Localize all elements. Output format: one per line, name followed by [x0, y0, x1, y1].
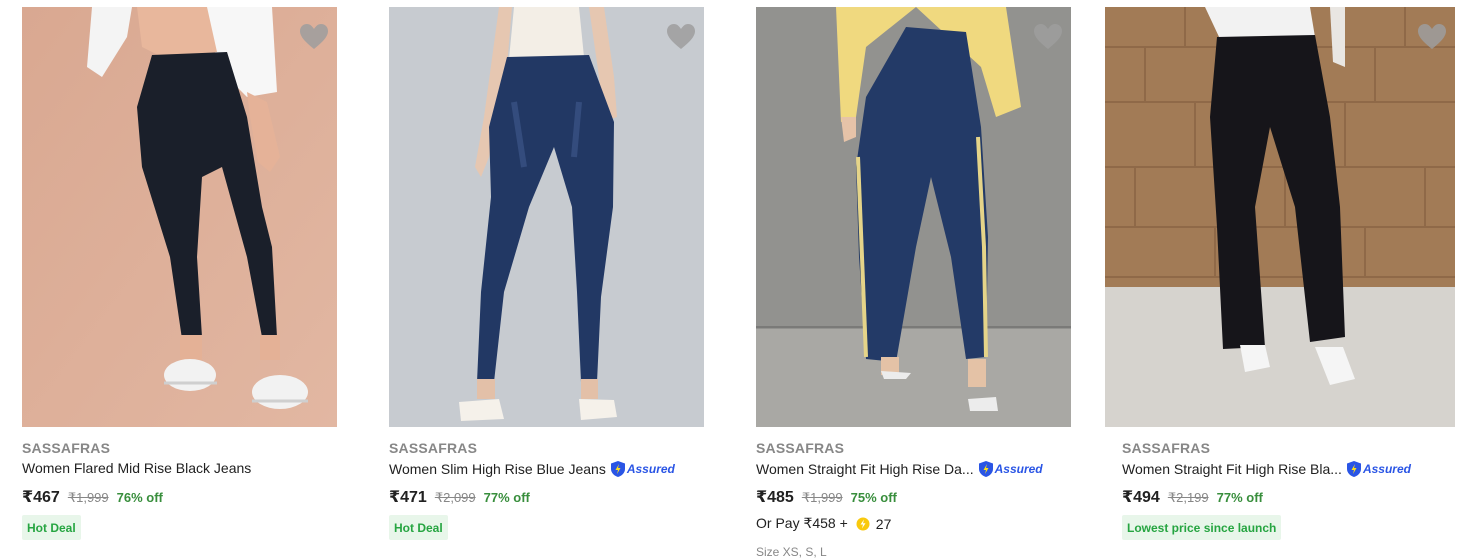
product-title[interactable]: Women Flared Mid Rise Black Jeans	[22, 460, 251, 476]
original-price: ₹1,999	[67, 490, 109, 505]
price-row: ₹471 ₹2,099 77% off	[389, 487, 530, 507]
product-photo	[1105, 7, 1455, 427]
deal-badge: Lowest price since launch	[1122, 515, 1282, 540]
selling-price: ₹485	[756, 489, 794, 506]
discount-percent: 75% off	[850, 490, 897, 505]
brand-name: SASSAFRAS	[22, 440, 111, 456]
supercoin-icon	[856, 517, 870, 530]
or-pay-text: Or Pay ₹458 +	[756, 515, 848, 531]
assured-shield-icon	[1346, 461, 1361, 477]
selling-price: ₹467	[22, 489, 60, 506]
assured-shield-icon	[978, 461, 993, 477]
assured-label: Assured	[626, 462, 675, 476]
discount-percent: 77% off	[483, 490, 530, 505]
deal-badge: Hot Deal	[389, 515, 448, 540]
discount-percent: 76% off	[116, 490, 163, 505]
original-price: ₹1,999	[801, 490, 843, 505]
discount-percent: 77% off	[1216, 490, 1263, 505]
wishlist-heart-icon[interactable]	[666, 23, 696, 51]
product-card[interactable]: SASSAFRAS Women Straight Fit High Rise D…	[756, 0, 1071, 559]
product-image[interactable]	[22, 7, 337, 427]
product-card[interactable]: SASSAFRAS Women Slim High Rise Blue Jean…	[389, 0, 704, 540]
product-photo	[756, 7, 1071, 427]
price-row: ₹494 ₹2,199 77% off	[1122, 487, 1263, 507]
product-photo	[22, 7, 337, 427]
wishlist-heart-icon[interactable]	[1033, 23, 1063, 51]
brand-name: SASSAFRAS	[1122, 440, 1211, 456]
assured-badge: Assured	[1346, 460, 1411, 478]
coin-count: 27	[875, 515, 892, 532]
product-image[interactable]	[756, 7, 1071, 427]
product-title[interactable]: Women Straight Fit High Rise Bla...	[1122, 461, 1342, 477]
assured-shield-icon	[610, 461, 625, 477]
product-image[interactable]	[389, 7, 704, 427]
selling-price: ₹494	[1122, 489, 1160, 506]
product-card[interactable]: SASSAFRAS Women Flared Mid Rise Black Je…	[22, 0, 337, 540]
product-title[interactable]: Women Slim High Rise Blue Jeans	[389, 461, 606, 477]
assured-label: Assured	[1362, 462, 1411, 476]
wishlist-heart-icon[interactable]	[299, 23, 329, 51]
coin-pay-offer: Or Pay ₹458 + 27	[756, 515, 891, 532]
size-info: Size XS, S, L	[756, 545, 827, 559]
assured-badge: Assured	[978, 460, 1043, 478]
price-row: ₹467 ₹1,999 76% off	[22, 487, 163, 507]
original-price: ₹2,199	[1167, 490, 1209, 505]
brand-name: SASSAFRAS	[389, 440, 478, 456]
assured-label: Assured	[994, 462, 1043, 476]
selling-price: ₹471	[389, 489, 427, 506]
product-title[interactable]: Women Straight Fit High Rise Da...	[756, 461, 974, 477]
product-card[interactable]: SASSAFRAS Women Straight Fit High Rise B…	[1105, 0, 1455, 540]
product-image[interactable]	[1105, 7, 1455, 427]
price-row: ₹485 ₹1,999 75% off	[756, 487, 897, 507]
assured-badge: Assured	[610, 460, 675, 478]
wishlist-heart-icon[interactable]	[1417, 23, 1447, 51]
deal-badge: Hot Deal	[22, 515, 81, 540]
product-photo	[389, 7, 704, 427]
brand-name: SASSAFRAS	[756, 440, 845, 456]
original-price: ₹2,099	[434, 490, 476, 505]
